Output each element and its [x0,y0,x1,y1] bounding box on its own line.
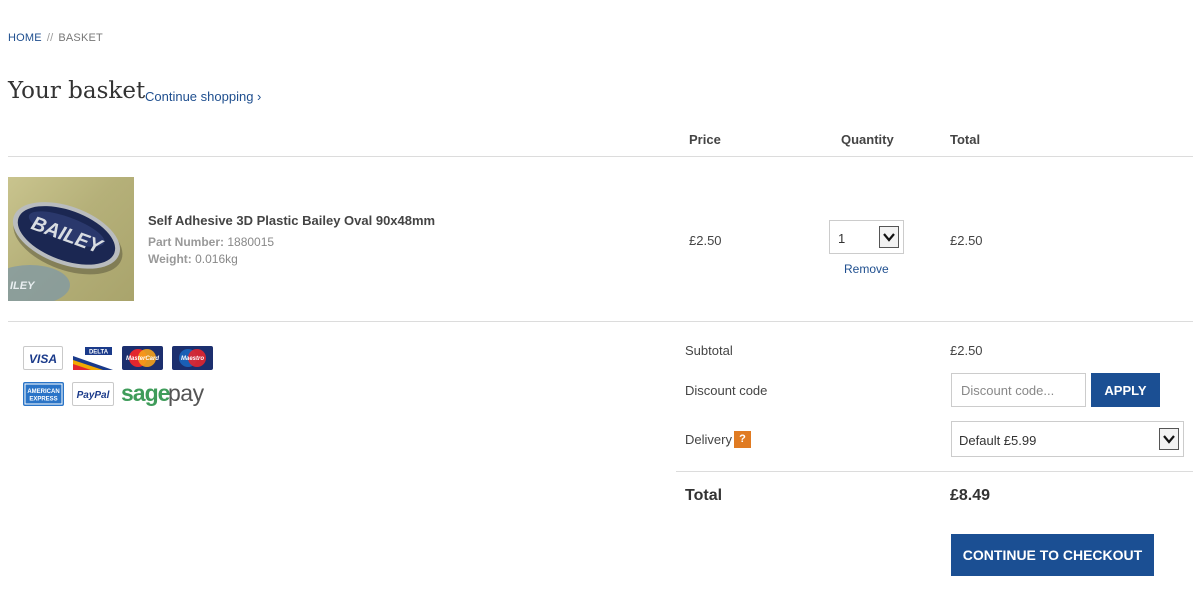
svg-text:pay: pay [168,380,205,406]
price-column-header: Price [689,132,721,147]
discount-code-label: Discount code [685,383,768,398]
svg-text:ILEY: ILEY [10,280,36,292]
order-total-value: £8.49 [950,487,991,504]
product-weight: Weight: 0.016kg [148,252,238,266]
maestro-logo: Maestro [172,346,213,370]
chevron-down-icon[interactable] [1159,428,1179,450]
header-divider [8,156,1193,157]
product-image[interactable]: ILEY BAILEY [8,177,134,301]
weight-label: Weight: [148,252,192,266]
item-price: £2.50 [689,233,722,248]
delta-logo: DELTA [73,346,113,370]
order-total-label: Total [685,487,723,504]
mastercard-logo: MasterCard [122,346,163,370]
delivery-label: Delivery [685,432,732,447]
total-column-header: Total [950,132,981,147]
subtotal-value: £2.50 [950,343,983,358]
svg-text:Maestro: Maestro [181,356,204,362]
page-title: Your basket [8,78,146,104]
svg-text:PayPal: PayPal [77,390,110,401]
breadcrumb: HOME // BASKET [8,32,103,44]
bailey-badge-image: ILEY BAILEY [8,202,123,301]
delivery-select[interactable]: Default £5.99 [951,421,1184,457]
quantity-column-header: Quantity [841,132,894,147]
summary-divider [676,471,1193,472]
svg-text:MasterCard: MasterCard [126,356,159,362]
part-number-label: Part Number: [148,235,225,249]
row-divider [8,321,1193,322]
breadcrumb-home-link[interactable]: HOME [8,32,42,44]
product-name[interactable]: Self Adhesive 3D Plastic Bailey Oval 90x… [148,213,435,228]
breadcrumb-separator: // [46,32,54,44]
remove-item-link[interactable]: Remove [844,262,889,276]
continue-shopping-link[interactable]: Continue shopping › [145,89,261,104]
quantity-value: 1 [838,231,846,246]
apply-discount-button[interactable]: APPLY [1091,373,1160,407]
sagepay-logo: sage pay [121,380,211,408]
svg-text:DELTA: DELTA [89,350,109,356]
svg-text:sage: sage [121,380,170,406]
discount-code-input[interactable] [951,373,1086,407]
delivery-selected-value: Default £5.99 [959,433,1037,448]
amex-logo: AMERICAN EXPRESS [23,382,64,406]
chevron-down-icon[interactable] [879,226,899,248]
svg-text:AMERICAN: AMERICAN [27,389,59,395]
part-number-value: 1880015 [227,235,275,249]
delivery-help-icon[interactable]: ? [734,431,751,448]
quantity-select[interactable]: 1 [829,220,904,254]
weight-value: 0.016kg [195,252,238,266]
continue-to-checkout-button[interactable]: CONTINUE TO CHECKOUT [951,534,1154,576]
product-part-number: Part Number: 1880015 [148,235,274,249]
item-total: £2.50 [950,233,983,248]
svg-text:VISA: VISA [29,352,57,366]
visa-logo: VISA [23,346,63,370]
paypal-logo: PayPal [72,382,114,406]
subtotal-label: Subtotal [685,343,733,358]
svg-text:EXPRESS: EXPRESS [29,397,57,403]
breadcrumb-current: BASKET [58,32,103,44]
